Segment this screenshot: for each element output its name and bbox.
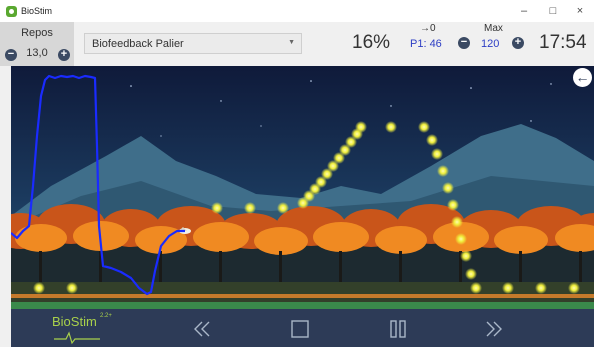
max-plus-icon[interactable]: +	[512, 37, 524, 49]
logo-wave	[54, 331, 100, 345]
repos-minus-icon[interactable]: −	[5, 49, 17, 61]
playback-bar: BioStim 2.2+	[11, 309, 594, 347]
toolbar: Repos − 13,0 + Biofeedback Palier ▼ 16% …	[0, 22, 594, 66]
p1-value: P1: 46	[410, 38, 442, 50]
stop-icon[interactable]	[289, 318, 311, 340]
ground-path	[11, 294, 594, 298]
window-title: BioStim	[21, 6, 53, 16]
app-window: BioStim – □ × Repos − 13,0 + Biofeedback…	[0, 0, 594, 347]
fast-forward-icon[interactable]	[483, 318, 505, 340]
arrow-left-icon[interactable]: ←	[573, 68, 592, 87]
close-button[interactable]: ×	[566, 2, 594, 20]
mode-dropdown[interactable]: Biofeedback Palier ▼	[84, 33, 302, 54]
repos-panel: Repos − 13,0 +	[0, 22, 74, 66]
mode-dropdown-value: Biofeedback Palier	[92, 38, 184, 50]
repos-value: 13,0	[26, 47, 48, 59]
repos-plus-icon[interactable]: +	[58, 49, 70, 61]
maximize-button[interactable]: □	[539, 2, 567, 20]
title-bar: BioStim – □ ×	[0, 0, 594, 22]
minimize-button[interactable]: –	[510, 2, 538, 20]
max-label: Max	[484, 23, 503, 34]
pause-icon[interactable]	[387, 318, 409, 340]
chevron-down-icon: ▼	[288, 39, 295, 46]
rewind-icon[interactable]	[191, 318, 213, 340]
session-timer: 17:54	[539, 32, 587, 53]
max-value: 120	[481, 38, 500, 50]
game-scene-svg	[11, 66, 594, 309]
biostim-logo: BioStim 2.2+	[52, 313, 112, 345]
percent-readout: 16%	[352, 32, 391, 53]
biostim-app-icon	[6, 5, 17, 17]
repos-label: Repos	[21, 27, 53, 39]
game-scene: ←	[11, 66, 594, 309]
logo-version: 2.2+	[100, 313, 112, 319]
grass-strip	[11, 302, 594, 309]
arrow-value: →0	[420, 23, 436, 34]
max-minus-icon[interactable]: −	[458, 37, 470, 49]
logo-text: BioStim	[52, 314, 97, 329]
